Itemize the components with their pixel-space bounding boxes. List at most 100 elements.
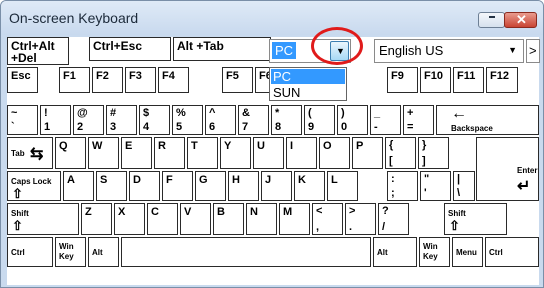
chevron-right-icon: > [529, 43, 537, 58]
key-t[interactable]: T [187, 137, 218, 169]
key-1[interactable]: ! 1 [40, 105, 71, 135]
key-x[interactable]: X [114, 203, 145, 235]
key-6[interactable]: ^ 6 [205, 105, 236, 135]
key-enter[interactable]: Enter ↵ [476, 137, 539, 201]
key-f3[interactable]: F3 [125, 67, 156, 93]
key-bottom-label: / [382, 221, 386, 233]
key-label: F1 [63, 70, 76, 82]
key-f5[interactable]: F5 [222, 67, 253, 93]
key-ctrl-right[interactable]: Ctrl [485, 237, 539, 267]
key-y[interactable]: Y [220, 137, 251, 169]
key-esc[interactable]: Esc [7, 67, 38, 93]
key-8[interactable]: * 8 [271, 105, 302, 135]
shift-icon: ⇧ [12, 218, 23, 233]
key-period[interactable]: >. [345, 203, 376, 235]
key-label: C [151, 206, 159, 218]
title-bar[interactable]: On-screen Keyboard ✕ [1, 1, 543, 35]
key-alt-tab[interactable]: Alt +Tab [173, 37, 271, 61]
key-minus[interactable]: _ - [370, 105, 401, 135]
key-top-label: > [349, 205, 356, 217]
key-g[interactable]: G [195, 171, 226, 201]
key-alt-left[interactable]: Alt [88, 237, 119, 267]
key-comma[interactable]: <, [312, 203, 343, 235]
key-backslash[interactable]: | \ [453, 171, 475, 201]
more-button[interactable]: > [526, 39, 540, 63]
key-b[interactable]: B [213, 203, 244, 235]
key-top-label: _ [374, 107, 381, 119]
key-label: U [257, 140, 265, 152]
key-quote[interactable]: " ' [420, 171, 451, 201]
key-backtick[interactable]: ~ ` [7, 105, 38, 135]
key-r[interactable]: R [154, 137, 185, 169]
key-close-bracket[interactable]: }] [418, 137, 449, 169]
key-bottom-label: 0 [341, 121, 348, 133]
layout-option-sun[interactable]: SUN [271, 85, 345, 100]
key-f12[interactable]: F12 [486, 67, 518, 93]
key-top-label: ) [341, 107, 345, 119]
layout-option-pc[interactable]: PC [271, 69, 345, 84]
key-semicolon[interactable]: :; [387, 171, 418, 201]
key-ctrl-left[interactable]: Ctrl [7, 237, 53, 267]
key-tab[interactable]: Tab ⇆ [7, 137, 53, 169]
key-5[interactable]: % 5 [172, 105, 203, 135]
key-f10[interactable]: F10 [420, 67, 451, 93]
key-4[interactable]: $4 [139, 105, 170, 135]
key-label: D [133, 174, 141, 186]
key-m[interactable]: M [279, 203, 310, 235]
key-q[interactable]: Q [55, 137, 86, 169]
key-alt-right[interactable]: Alt [373, 237, 417, 267]
key-9[interactable]: (9 [304, 105, 335, 135]
key-3[interactable]: #3 [106, 105, 137, 135]
key-f9[interactable]: F9 [387, 67, 418, 93]
key-space[interactable] [121, 237, 371, 267]
key-a[interactable]: A [63, 171, 94, 201]
language-select[interactable]: English US ▼ [374, 39, 524, 63]
key-v[interactable]: V [180, 203, 211, 235]
key-shift-right[interactable]: Shift ⇧ [444, 203, 507, 235]
key-label: F10 [424, 70, 443, 82]
key-bottom-label: 6 [209, 121, 216, 133]
key-equals[interactable]: + = [403, 105, 434, 135]
key-k[interactable]: K [294, 171, 325, 201]
key-label: A [67, 174, 75, 186]
key-h[interactable]: H [228, 171, 259, 201]
key-e[interactable]: E [121, 137, 152, 169]
key-ctrl-alt-del[interactable]: Ctrl+Alt +Del [7, 37, 69, 65]
key-7[interactable]: & 7 [238, 105, 269, 135]
key-w[interactable]: W [88, 137, 119, 169]
key-f[interactable]: F [162, 171, 193, 201]
key-label: F2 [96, 70, 109, 82]
minimize-button[interactable] [478, 12, 505, 28]
key-top-label: ? [382, 205, 389, 217]
key-0[interactable]: ) 0 [337, 105, 368, 135]
key-u[interactable]: U [253, 137, 284, 169]
key-l[interactable]: L [327, 171, 358, 201]
key-s[interactable]: S [96, 171, 127, 201]
key-backspace[interactable]: ← Backspace [436, 105, 539, 135]
key-caps-lock[interactable]: Caps Lock ⇧ [7, 171, 61, 201]
key-f11[interactable]: F11 [453, 67, 484, 93]
key-open-bracket[interactable]: {[ [385, 137, 416, 169]
key-f2[interactable]: F2 [92, 67, 123, 93]
key-p[interactable]: P [352, 137, 383, 169]
key-2[interactable]: @2 [73, 105, 104, 135]
key-win-right[interactable]: Win Key [419, 237, 450, 267]
close-button[interactable]: ✕ [504, 12, 537, 28]
key-slash[interactable]: ? / [378, 203, 409, 235]
key-shift-left[interactable]: Shift ⇧ [7, 203, 79, 235]
key-win-left[interactable]: Win Key [55, 237, 86, 267]
key-j[interactable]: J [261, 171, 292, 201]
key-n[interactable]: N [246, 203, 277, 235]
key-c[interactable]: C [147, 203, 178, 235]
key-d[interactable]: D [129, 171, 160, 201]
key-f1[interactable]: F1 [59, 67, 90, 93]
key-label: Win Key [59, 242, 74, 261]
key-z[interactable]: Z [81, 203, 112, 235]
key-i[interactable]: I [286, 137, 317, 169]
key-ctrl-esc[interactable]: Ctrl+Esc [89, 37, 171, 61]
key-bottom-label: , [316, 221, 320, 233]
shift-icon: ⇧ [449, 218, 460, 233]
key-o[interactable]: O [319, 137, 350, 169]
key-menu[interactable]: Menu [452, 237, 483, 267]
key-f4[interactable]: F4 [158, 67, 189, 93]
